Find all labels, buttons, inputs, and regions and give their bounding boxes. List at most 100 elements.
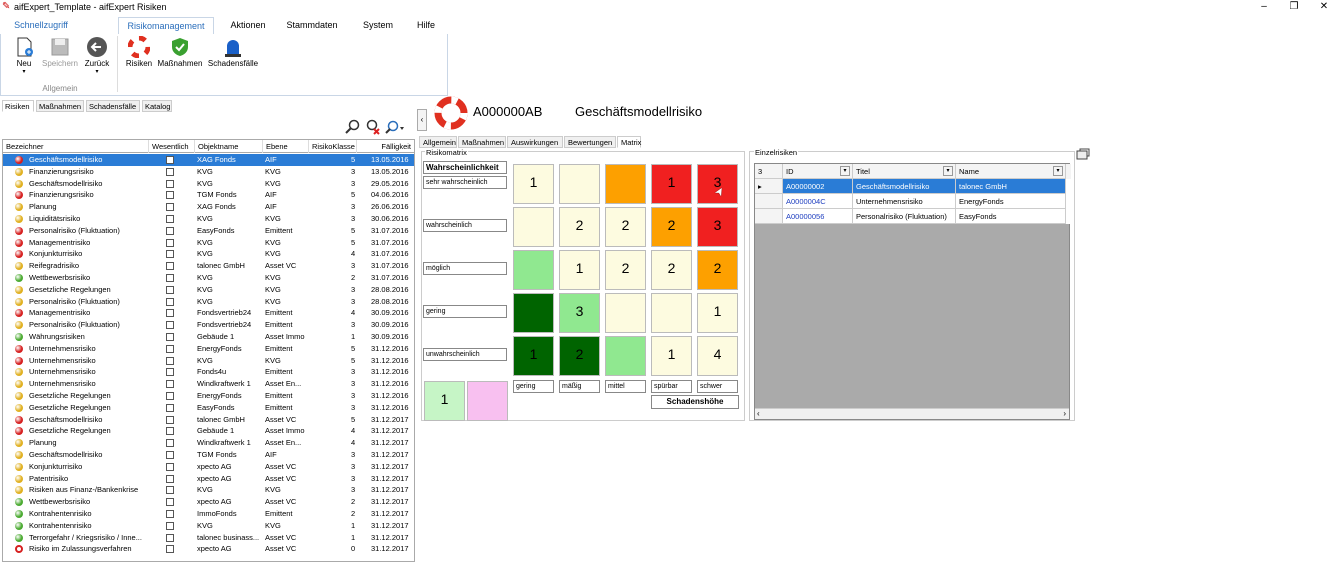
matrix-cell[interactable] xyxy=(651,293,692,333)
table-row[interactable]: Unternehmensrisiko EnergyFonds Emittent 5 31… xyxy=(3,343,414,355)
search-icon[interactable] xyxy=(345,119,361,135)
tab-auswirkungen[interactable]: Auswirkungen xyxy=(507,136,563,148)
matrix-cell[interactable]: 2 xyxy=(605,207,646,247)
table-row[interactable]: Konjunkturrisiko KVG KVG 4 31.07.2016 xyxy=(3,248,414,260)
matrix-cell[interactable]: 2 xyxy=(697,250,738,290)
filter-dropdown-icon[interactable]: ▾ xyxy=(1053,166,1063,176)
panel-collapse-button[interactable]: ‹ xyxy=(417,109,427,131)
column-header-objektname[interactable]: Objektname xyxy=(195,140,263,153)
table-row[interactable]: Planung Windkraftwerk 1 Asset En... 4 31.12.… xyxy=(3,437,414,449)
wesentlich-checkbox[interactable] xyxy=(166,486,174,495)
matrix-cell[interactable]: 2 xyxy=(605,250,646,290)
table-row[interactable]: Konjunkturrisiko xpecto AG Asset VC 3 31.12.… xyxy=(3,461,414,473)
filter-search-icon[interactable] xyxy=(385,119,405,135)
wesentlich-checkbox[interactable] xyxy=(166,215,174,223)
cell-id[interactable]: A00000056 xyxy=(783,209,853,224)
matrix-cell[interactable]: 2 xyxy=(651,250,692,290)
wesentlich-checkbox[interactable] xyxy=(166,226,174,235)
table-row[interactable]: Währungsrisiken Gebäude 1 Asset Immo 1 30.09… xyxy=(3,331,414,343)
wesentlich-checkbox[interactable] xyxy=(166,191,174,200)
matrix-cell[interactable]: 1 xyxy=(697,293,738,333)
tab-schnellzugriff[interactable]: Schnellzugriff xyxy=(0,17,82,34)
column-header-risikoklasse[interactable]: RisikoKlasse xyxy=(309,140,357,153)
close-button[interactable]: ✕ xyxy=(1314,0,1334,14)
einzel-row[interactable]: A0000004C Unternehmensrisiko EnergyFonds xyxy=(755,194,1071,209)
wesentlich-checkbox[interactable] xyxy=(166,285,174,294)
table-row[interactable]: Finanzierungsrisiko TGM Fonds AIF 5 04.06.20… xyxy=(3,189,414,201)
save-button[interactable]: Speichern xyxy=(41,36,79,86)
wesentlich-checkbox[interactable] xyxy=(166,238,174,247)
filter-dropdown-icon[interactable]: ▾ xyxy=(943,166,953,176)
matrix-cell[interactable]: 2 xyxy=(559,336,600,376)
table-row[interactable]: Planung XAG Fonds AIF 3 26.06.2016 xyxy=(3,201,414,213)
wesentlich-checkbox[interactable] xyxy=(166,533,174,542)
damages-button[interactable]: Schadensfälle xyxy=(206,36,260,86)
column-header-wesentlich[interactable]: Wesentlich xyxy=(149,140,195,153)
wesentlich-checkbox[interactable] xyxy=(166,156,174,164)
einzel-row[interactable]: A00000056 Personalrisiko (Fluktuation) Eas… xyxy=(755,209,1071,224)
tab-risiken[interactable]: Risiken xyxy=(2,100,34,112)
wesentlich-checkbox[interactable] xyxy=(166,403,174,412)
column-header-ebene[interactable]: Ebene xyxy=(263,140,309,153)
table-row[interactable]: Geschäftsmodellrisiko XAG Fonds AIF 5 13.05.… xyxy=(3,154,414,166)
column-header-titel[interactable]: Titel ▾ xyxy=(853,164,956,179)
wesentlich-checkbox[interactable] xyxy=(166,474,174,483)
wesentlich-checkbox[interactable] xyxy=(166,167,174,176)
table-row[interactable]: Risiko im Zulassungsverfahren xpecto AG As… xyxy=(3,543,414,555)
tab-bewertungen[interactable]: Bewertungen xyxy=(564,136,616,148)
wesentlich-checkbox[interactable] xyxy=(166,262,174,271)
wesentlich-checkbox[interactable] xyxy=(166,439,174,448)
matrix-cell[interactable]: 2 xyxy=(651,207,692,247)
tab-stammdaten[interactable]: Stammdaten xyxy=(282,17,342,34)
table-row[interactable]: Liquiditätsrisiko KVG KVG 3 30.06.2016 xyxy=(3,213,414,225)
matrix-cell[interactable]: 1 xyxy=(651,336,692,376)
wesentlich-checkbox[interactable] xyxy=(166,392,174,400)
wesentlich-checkbox[interactable] xyxy=(166,321,174,330)
matrix-cell[interactable] xyxy=(513,207,554,247)
matrix-cell[interactable]: 3 xyxy=(559,293,600,333)
column-header-id[interactable]: ID ▾ xyxy=(783,164,853,179)
export-icon[interactable] xyxy=(1076,148,1090,160)
column-header-name[interactable]: Name ▾ xyxy=(956,164,1066,179)
horizontal-scrollbar[interactable]: ‹ › xyxy=(755,408,1069,419)
table-row[interactable]: Terrorgefahr / Kriegsrisiko / Inne... tal… xyxy=(3,532,414,544)
table-row[interactable]: Gesetzliche Regelungen KVG KVG 3 28.08.2016 xyxy=(3,284,414,296)
table-row[interactable]: Managementrisiko KVG KVG 5 31.07.2016 xyxy=(3,237,414,249)
table-row[interactable]: Gesetzliche Regelungen EnergyFonds Emitten… xyxy=(3,390,414,402)
matrix-cell[interactable] xyxy=(513,293,554,333)
wesentlich-checkbox[interactable] xyxy=(166,380,174,389)
wesentlich-checkbox[interactable] xyxy=(166,545,174,554)
table-row[interactable]: Finanzierungsrisiko KVG KVG 3 13.05.2016 xyxy=(3,166,414,178)
matrix-cell[interactable]: 1 xyxy=(513,164,554,204)
risks-button[interactable]: Risiken xyxy=(123,36,155,86)
wesentlich-checkbox[interactable] xyxy=(166,368,174,377)
table-row[interactable]: Unternehmensrisiko KVG KVG 5 31.12.2016 xyxy=(3,355,414,367)
tab-schadensfaelle[interactable]: Schadensfälle xyxy=(86,100,140,112)
tab-detail-massnahmen[interactable]: Maßnahmen xyxy=(458,136,506,148)
wesentlich-checkbox[interactable] xyxy=(166,297,174,306)
matrix-cell[interactable] xyxy=(559,164,600,204)
table-row[interactable]: Gesetzliche Regelungen EasyFonds Emittent 3… xyxy=(3,402,414,414)
tab-matrix[interactable]: Matrix xyxy=(617,136,641,148)
wesentlich-checkbox[interactable] xyxy=(166,521,174,530)
table-row[interactable]: Patentrisiko xpecto AG Asset VC 3 31.12.2017 xyxy=(3,473,414,485)
wesentlich-checkbox[interactable] xyxy=(166,250,174,259)
table-row[interactable]: Wettbewerbsrisiko KVG KVG 2 31.07.2016 xyxy=(3,272,414,284)
table-row[interactable]: Geschäftsmodellrisiko talonec GmbH Asset V… xyxy=(3,414,414,426)
matrix-cell[interactable]: 1 xyxy=(651,164,692,204)
cell-id[interactable]: A0000004C xyxy=(783,194,853,209)
measures-button[interactable]: Maßnahmen xyxy=(156,36,204,86)
table-row[interactable]: Reifegradrisiko talonec GmbH Asset VC 3 31.0… xyxy=(3,260,414,272)
tab-aktionen[interactable]: Aktionen xyxy=(220,17,276,34)
wesentlich-checkbox[interactable] xyxy=(166,179,174,188)
minimize-button[interactable]: – xyxy=(1254,0,1274,14)
wesentlich-checkbox[interactable] xyxy=(166,510,174,518)
wesentlich-checkbox[interactable] xyxy=(166,451,174,459)
wesentlich-checkbox[interactable] xyxy=(166,274,174,282)
tab-allgemein[interactable]: Allgemein xyxy=(419,136,457,148)
wesentlich-checkbox[interactable] xyxy=(166,356,174,365)
clear-search-icon[interactable] xyxy=(365,119,381,135)
back-button[interactable]: Zurück ▾ xyxy=(81,36,113,86)
tab-katalog[interactable]: Katalog xyxy=(142,100,172,112)
table-row[interactable]: Personalrisiko (Fluktuation) EasyFonds Emi… xyxy=(3,225,414,237)
